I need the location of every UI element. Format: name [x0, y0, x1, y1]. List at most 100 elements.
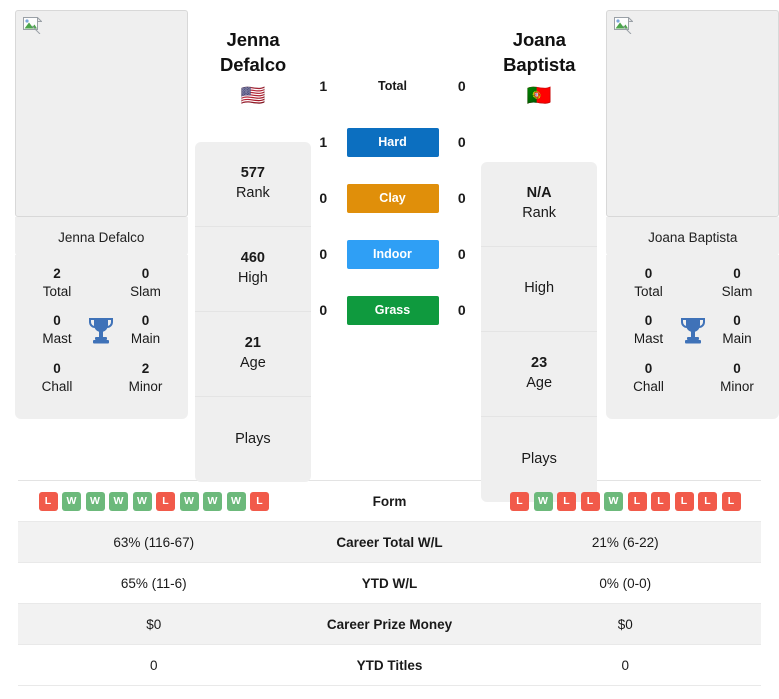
left-stat-age: 21 Age [194, 312, 312, 397]
left-chall-titles: 0 Chall [29, 361, 85, 395]
left-career-wl: 63% (116-67) [113, 534, 195, 550]
h2h-row-indoor: 0 Indoor 0 [311, 226, 474, 282]
form-badge-l: L [250, 491, 269, 511]
row-label-prize-money: Career Prize Money [326, 616, 453, 632]
left-player-header: Jenna Defalco 🇺🇸 [195, 28, 312, 106]
left-form-strip: LWWWWLWWWL [18, 491, 290, 511]
form-badge-l: L [627, 491, 647, 511]
right-player-header: Joana Baptista 🇵🇹 [481, 28, 598, 106]
right-high-label: High [524, 280, 555, 297]
row-label-ytd-wl: YTD W/L [361, 575, 418, 591]
left-stat-high: 460 High [194, 227, 312, 312]
h2h-grass-badge[interactable]: Grass [346, 295, 439, 325]
right-career-wl: 21% (6-22) [591, 534, 659, 550]
form-badge-l: L [674, 491, 694, 511]
left-slam-titles: 0 Slam [118, 266, 174, 300]
right-form-strip: LWLLWLLLLL [490, 491, 762, 511]
table-row: LWWWWLWWWL Form LWLLWLLLLL [18, 481, 761, 522]
left-stat-card: 577 Rank 460 High 21 Age Plays [194, 142, 312, 482]
left-player-panel: Jenna Defalco 2 Total 0 Slam 0 Mast 0 Ma… [15, 0, 188, 420]
right-age-label: Age [526, 375, 553, 391]
form-badge-l: L [557, 491, 576, 511]
right-mast-label: Mast [633, 331, 664, 347]
right-mast-titles: 0 Mast [620, 313, 676, 347]
left-total-label: Total [42, 283, 72, 299]
left-titles-row-1: 2 Total 0 Slam [15, 259, 188, 306]
left-chall-value: 0 [53, 360, 61, 376]
h2h-row-hard: 1 Hard 0 [311, 114, 474, 170]
right-stat-plays: Plays [481, 417, 598, 502]
right-slam-label: Slam [721, 283, 753, 299]
row-label-ytd-titles: YTD Titles [356, 657, 423, 673]
h2h-total-left: 1 [319, 78, 328, 94]
h2h-hard-left: 1 [319, 134, 328, 150]
right-minor-label: Minor [720, 378, 754, 394]
h2h-indoor-left: 0 [319, 246, 328, 262]
table-row: 0 YTD Titles 0 [18, 645, 761, 686]
h2h-indoor-right: 0 [457, 246, 466, 262]
broken-image-icon [614, 17, 634, 34]
left-total-titles: 2 Total [29, 266, 85, 300]
right-chall-titles: 0 Chall [620, 361, 676, 395]
right-player-stats-column: Joana Baptista 🇵🇹 N/A Rank High 23 Age P… [480, 0, 598, 502]
right-titles-row-2: 0 Mast 0 Main [606, 306, 779, 353]
form-badge-w: W [533, 491, 553, 511]
left-main-titles: 0 Main [118, 313, 174, 347]
left-player-caption: Jenna Defalco [15, 217, 188, 256]
left-rank-value: 577 [240, 165, 265, 182]
left-high-value: 460 [240, 250, 265, 267]
right-ytd-wl: 0% (0-0) [599, 575, 652, 591]
h2h-grass-right: 0 [457, 302, 466, 318]
form-badge-l: L [156, 491, 175, 511]
right-ytd-titles: 0 [621, 657, 629, 673]
table-row: 63% (116-67) Career Total W/L 21% (6-22) [18, 522, 761, 563]
right-form-cell: LWLLWLLLLL [490, 491, 762, 511]
h2h-row-grass: 0 Grass 0 [311, 282, 474, 338]
left-titles-row-3: 0 Chall 2 Minor [15, 354, 188, 401]
h2h-hard-right: 0 [457, 134, 466, 150]
h2h-total-label: Total [378, 78, 407, 93]
table-row: 65% (11-6) YTD W/L 0% (0-0) [18, 563, 761, 604]
h2h-hard-badge[interactable]: Hard [346, 127, 439, 157]
right-plays-label: Plays [521, 450, 557, 467]
right-total-titles: 0 Total [620, 266, 676, 300]
right-total-label: Total [634, 283, 663, 299]
right-player-caption: Joana Baptista [606, 217, 779, 256]
h2h-grass-left: 0 [319, 302, 328, 318]
left-plays-label: Plays [235, 430, 271, 447]
h2h-row-clay: 0 Clay 0 [311, 170, 474, 226]
comparison-stats-table: LWWWWLWWWL Form LWLLWLLLLL 63% (116-67) … [18, 480, 761, 686]
form-badge-w: W [132, 491, 152, 511]
right-player-panel: Joana Baptista 0 Total 0 Slam 0 Mast 0 M… [606, 0, 779, 420]
right-rank-label: Rank [522, 205, 557, 221]
left-name-line2: Defalco [219, 53, 287, 75]
row-label-form: Form [372, 493, 407, 509]
trophy-icon [86, 314, 116, 348]
left-prize-money: $0 [146, 616, 162, 632]
left-slam-label: Slam [130, 283, 161, 299]
h2h-total-right: 0 [457, 78, 466, 94]
h2h-indoor-badge[interactable]: Indoor [346, 239, 439, 269]
form-badge-w: W [203, 491, 222, 511]
right-main-label: Main [722, 331, 752, 347]
right-main-titles: 0 Main [709, 313, 765, 347]
h2h-clay-badge[interactable]: Clay [346, 183, 439, 213]
left-mast-label: Mast [42, 331, 72, 347]
form-badge-l: L [38, 491, 58, 511]
right-minor-value: 0 [733, 360, 741, 376]
left-mast-titles: 0 Mast [29, 313, 85, 347]
trophy-icon [678, 314, 708, 348]
h2h-row-total: 1 Total 0 [311, 58, 474, 114]
left-main-value: 0 [141, 313, 150, 329]
right-stat-high: High [480, 247, 598, 332]
right-titles-row-1: 0 Total 0 Slam [606, 259, 779, 306]
left-high-label: High [237, 270, 268, 286]
right-mast-value: 0 [644, 313, 653, 329]
h2h-clay-right: 0 [457, 190, 466, 206]
left-player-stats-column: Jenna Defalco 🇺🇸 577 Rank 460 High 21 Ag… [194, 0, 312, 482]
form-badge-l: L [651, 491, 670, 511]
left-ytd-titles: 0 [149, 657, 158, 673]
left-form-cell: LWWWWLWWWL [18, 491, 290, 511]
left-chall-label: Chall [41, 378, 73, 394]
left-slam-value: 0 [141, 266, 150, 281]
